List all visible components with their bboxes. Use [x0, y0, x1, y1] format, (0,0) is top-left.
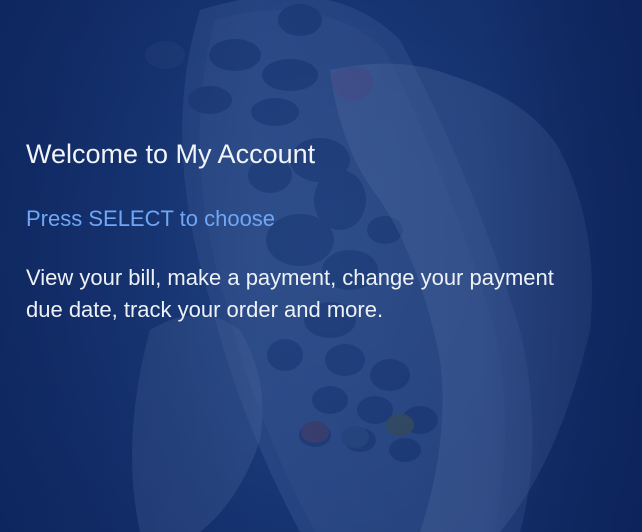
select-hint: Press SELECT to choose: [26, 206, 276, 231]
welcome-panel: Welcome to My Account Press SELECT to ch…: [26, 136, 606, 326]
description-text: View your bill, make a payment, change y…: [26, 265, 554, 322]
account-welcome-screen: Welcome to My Account Press SELECT to ch…: [0, 0, 642, 532]
page-title: Welcome to My Account: [26, 139, 316, 169]
